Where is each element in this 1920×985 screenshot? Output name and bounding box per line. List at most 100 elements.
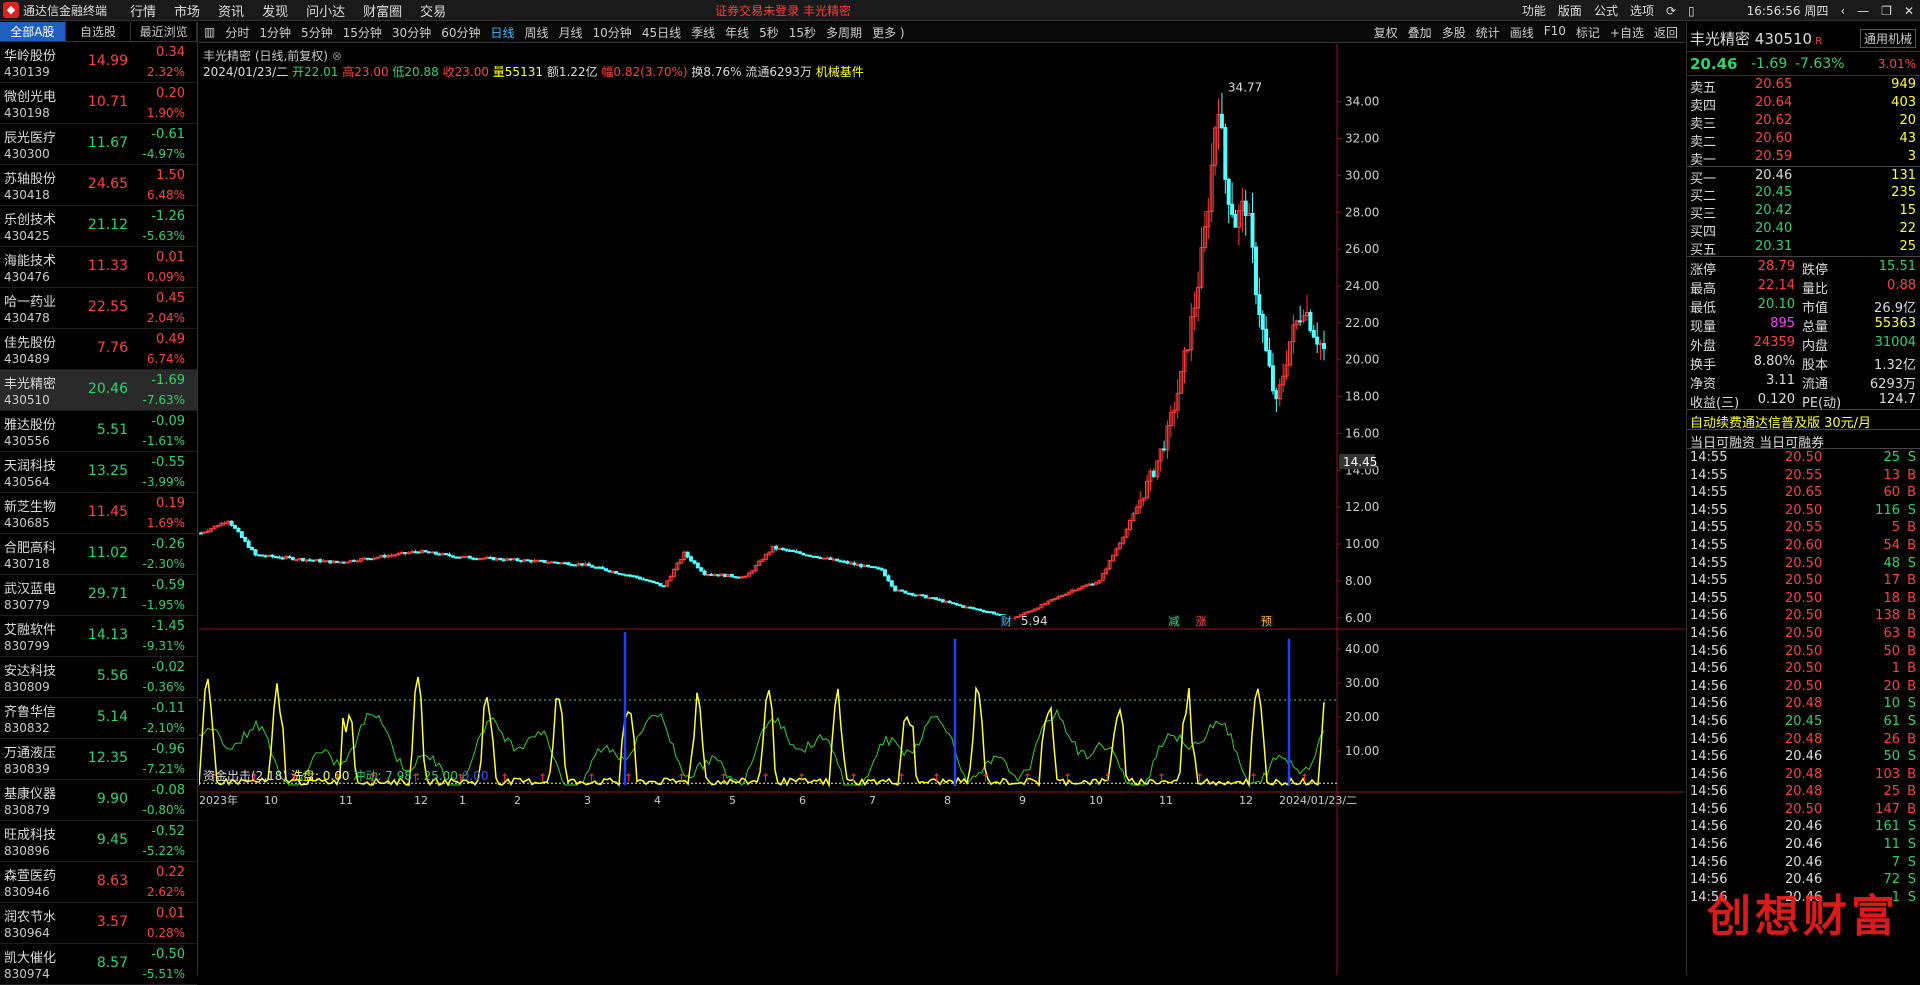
stock-price: 5.56	[96, 668, 128, 684]
minimize-icon[interactable]: —	[1851, 4, 1875, 18]
orderbook-row[interactable]: 买四 20.40 22	[1687, 220, 1920, 240]
candle-body	[413, 551, 418, 554]
candle-body	[685, 551, 690, 558]
refresh-icon[interactable]: ⟳	[1660, 4, 1682, 18]
stock-row[interactable]: 凯大催化 830974 8.57 -0.50 -5.51%	[0, 944, 197, 985]
kline-chart[interactable]: 6.008.0010.0012.0014.0016.0018.0020.0022…	[199, 44, 1685, 975]
phone-icon[interactable]: ▯	[1682, 4, 1701, 18]
x-tick-label: 9	[1019, 794, 1026, 807]
period-tab[interactable]: 10分钟	[588, 24, 637, 41]
tab-all-a[interactable]: 全部A股	[0, 22, 66, 41]
toolbar-button[interactable]: 叠加	[1403, 24, 1437, 41]
period-tab[interactable]: 年线	[720, 24, 754, 41]
period-tab[interactable]: 日线	[485, 24, 519, 41]
menu-discover[interactable]: 发现	[253, 1, 297, 20]
tab-watchlist[interactable]: 自选股	[66, 22, 132, 41]
stock-pct: -5.51%	[142, 967, 185, 981]
back-icon[interactable]: ‹	[1834, 4, 1851, 18]
menu-exchange[interactable]: 市场	[165, 1, 209, 20]
period-tab[interactable]: 月线	[554, 24, 588, 41]
toolbar-button[interactable]: 复权	[1369, 24, 1403, 41]
stock-row[interactable]: 苏轴股份 430418 24.65 1.50 6.48%	[0, 165, 197, 206]
menu-market[interactable]: 行情	[121, 1, 165, 20]
stock-row[interactable]: 新芝生物 430685 11.45 0.19 1.69%	[0, 493, 197, 534]
orderbook-row[interactable]: 买二 20.45 235	[1687, 184, 1920, 204]
stock-row[interactable]: 丰光精密 430510 20.46 -1.69 -7.63%	[0, 370, 197, 411]
menu-news[interactable]: 资讯	[209, 1, 253, 20]
orderbook-row[interactable]: 卖一 20.59 3	[1687, 148, 1920, 168]
stock-change: 0.20	[156, 86, 185, 101]
stock-row[interactable]: 润农节水 830964 3.57 0.01 0.28%	[0, 903, 197, 944]
stock-pct: -3.99%	[142, 475, 185, 489]
menu-ask[interactable]: 问小达	[297, 1, 354, 20]
toolbar-button[interactable]: +自选	[1605, 24, 1649, 41]
tick-row: 14:55 20.50 116 S	[1690, 502, 1916, 518]
stock-row[interactable]: 武汉蓝电 830779 29.71 -0.59 -1.95%	[0, 575, 197, 616]
period-tab[interactable]: 周线	[520, 24, 554, 41]
menu-function[interactable]: 功能	[1516, 2, 1552, 19]
candle-body	[723, 573, 728, 577]
stock-row[interactable]: 佳先股份 430489 7.76 0.49 6.74%	[0, 329, 197, 370]
toolbar-button[interactable]: 返回	[1649, 24, 1683, 41]
stock-row[interactable]: 万通液压 830839 12.35 -0.96 -7.21%	[0, 739, 197, 780]
period-tab[interactable]: 5分钟	[296, 24, 338, 41]
toolbar-button[interactable]: F10	[1539, 24, 1571, 41]
stock-code: 830879	[4, 803, 50, 817]
orderbook-row[interactable]: 买五 20.31 25	[1687, 238, 1920, 258]
stock-row[interactable]: 华岭股份 430139 14.99 0.34 2.32%	[0, 42, 197, 83]
orderbook-row[interactable]: 买三 20.42 15	[1687, 202, 1920, 222]
stock-row[interactable]: 乐创技术 430425 21.12 -1.26 -5.63%	[0, 206, 197, 247]
menu-formula[interactable]: 公式	[1588, 2, 1624, 19]
stock-change: 0.22	[156, 865, 185, 880]
stock-row[interactable]: 安达科技 830809 5.56 -0.02 -0.36%	[0, 657, 197, 698]
menu-layout[interactable]: 版面	[1552, 2, 1588, 19]
stock-row[interactable]: 辰光医疗 430300 11.67 -0.61 -4.97%	[0, 124, 197, 165]
period-tab[interactable]: 5秒	[754, 24, 784, 41]
period-tab[interactable]: 多周期	[821, 24, 867, 41]
stock-row[interactable]: 艾融软件 830799 14.13 -1.45 -9.31%	[0, 616, 197, 657]
tick-row: 14:56 20.50 20 B	[1690, 678, 1916, 694]
maximize-icon[interactable]: ❐	[1875, 4, 1898, 18]
sector-badge[interactable]: 通用机械	[1859, 29, 1916, 48]
period-tab[interactable]: 分时	[220, 24, 254, 41]
sidebar-toggle-icon[interactable]: ▥	[199, 25, 220, 39]
stock-row[interactable]: 雅达股份 430556 5.51 -0.09 -1.61%	[0, 411, 197, 452]
toolbar-button[interactable]: 标记	[1571, 24, 1605, 41]
tab-recent[interactable]: 最近浏览	[131, 22, 198, 41]
menu-wealth[interactable]: 财富圈	[354, 1, 411, 20]
period-tab[interactable]: 60分钟	[436, 24, 485, 41]
stock-row[interactable]: 哈一药业 430478 22.55 0.45 2.04%	[0, 288, 197, 329]
menu-trade[interactable]: 交易	[411, 1, 455, 20]
period-tab[interactable]: 15分钟	[338, 24, 387, 41]
promo-row[interactable]: 自动续费通达信普及版 30元/月	[1687, 409, 1920, 431]
toolbar-button[interactable]: 多股	[1437, 24, 1471, 41]
login-alert[interactable]: 证券交易未登录 丰光精密	[715, 2, 851, 19]
stock-row[interactable]: 微创光电 430198 10.71 0.20 1.90%	[0, 83, 197, 124]
stock-row[interactable]: 森萱医药 830946 8.63 0.22 2.62%	[0, 862, 197, 903]
stock-row[interactable]: 旺成科技 830896 9.45 -0.52 -5.22%	[0, 821, 197, 862]
ind-up-arrow: ↑	[981, 772, 990, 785]
stock-row[interactable]: 合肥高科 430718 11.02 -0.26 -2.30%	[0, 534, 197, 575]
period-tab[interactable]: 更多 )	[867, 24, 910, 41]
chart-area[interactable]: 丰光精密 (日线,前复权) ⊗ 2024/01/23/二 开22.01 高23.…	[199, 44, 1685, 975]
stock-row[interactable]: 基康仪器 830879 9.90 -0.08 -0.80%	[0, 780, 197, 821]
orderbook-row[interactable]: 卖五 20.65 949	[1687, 76, 1920, 96]
stock-row[interactable]: 海能技术 430476 11.33 0.01 0.09%	[0, 247, 197, 288]
candle-body	[280, 557, 285, 560]
stock-row[interactable]: 天润科技 430564 13.25 -0.55 -3.99%	[0, 452, 197, 493]
period-tab[interactable]: 15秒	[784, 24, 821, 41]
menu-options[interactable]: 选项	[1624, 2, 1660, 19]
orderbook-row[interactable]: 卖三 20.62 20	[1687, 112, 1920, 132]
period-tab[interactable]: 45日线	[637, 24, 686, 41]
period-tab[interactable]: 30分钟	[387, 24, 436, 41]
candle-body	[791, 550, 796, 553]
stock-row[interactable]: 齐鲁华信 830832 5.14 -0.11 -2.10%	[0, 698, 197, 739]
orderbook-row[interactable]: 卖四 20.64 403	[1687, 94, 1920, 114]
period-tab[interactable]: 季线	[686, 24, 720, 41]
toolbar-button[interactable]: 画线	[1505, 24, 1539, 41]
toolbar-button[interactable]: 统计	[1471, 24, 1505, 41]
period-tab[interactable]: 1分钟	[254, 24, 296, 41]
orderbook-row[interactable]: 买一 20.46 131	[1687, 166, 1920, 187]
close-icon[interactable]: ✕	[1898, 4, 1920, 18]
orderbook-row[interactable]: 卖二 20.60 43	[1687, 130, 1920, 150]
